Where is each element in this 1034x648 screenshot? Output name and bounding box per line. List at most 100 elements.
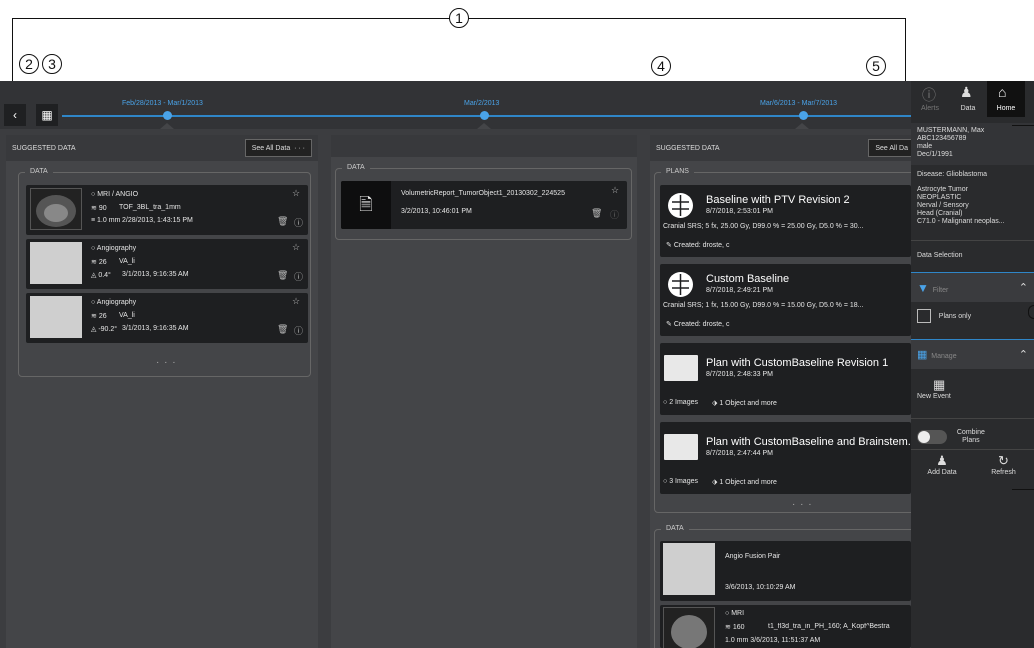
plan-card[interactable]: Plan with CustomBaseline Revision 1 8/7/… [660,343,911,415]
folder-icon [664,434,698,460]
toggle-switch[interactable] [917,430,947,444]
group-legend: PLANS [661,168,694,175]
folder-icon [664,355,698,381]
plan-images: ○ 2 Images [663,399,698,406]
plan-objects: ⬗ 1 Object and more [712,479,777,486]
series-name: VA_li [119,258,135,265]
patient-id: ABC123456789 [917,135,967,142]
data-card[interactable]: ○ MRI ≋ 160 t1_fl3d_tra_in_PH_160; A_Kop… [660,605,911,648]
plan-created: ✎ Created: droste, c [666,321,730,328]
patient-dob: Dec/1/1991 [917,151,953,158]
callout-3: 3 [42,54,62,74]
refresh-button[interactable]: ↻ Refresh [973,453,1034,476]
timeline-pointer-1 [160,123,174,129]
timeline: ‹ ▦ Feb/28/2013 - Mar/1/2013 Mar/2/2013 … [0,81,911,129]
slice-count: ≋ 26 [91,313,107,320]
data-selection-label[interactable]: Data Selection [911,252,1034,259]
filter-icon: ▼ [917,280,929,295]
document-date: 3/2/2013, 10:46:01 PM [401,208,472,215]
trash-icon[interactable]: 🗑 [277,216,288,227]
trash-icon[interactable]: 🗑 [591,208,602,219]
modality-label: ○ Angiography [91,245,137,252]
calendar-add-icon: ▦ [933,377,946,392]
timeline-dot-2[interactable] [480,111,489,120]
chevron-up-icon[interactable]: ⌃ [1019,348,1028,361]
info-icon[interactable]: ⓘ [610,208,619,221]
home-button[interactable]: ⌂ Home [987,81,1025,117]
info-icon[interactable]: ⓘ [294,270,303,283]
data-card[interactable]: ○ Angiography ≋ 26 VA_li ◬ -90.2° 3/1/20… [26,293,308,343]
filter-header[interactable]: ▼ Filter ⌃ [911,272,1034,302]
timeline-label-2[interactable]: Mar/2/2013 [464,100,499,107]
callout-5: 5 [866,56,886,76]
patient-name: MUSTERMANN, Max [917,127,985,134]
timeline-label-3[interactable]: Mar/6/2013 - Mar/7/2013 [760,100,837,107]
timeline-pointer-3 [795,123,809,129]
calendar-icon[interactable]: ▦ [36,104,58,126]
plans-only-row[interactable]: Plans only [911,309,1034,323]
plan-card[interactable]: Baseline with PTV Revision 2 8/7/2018, 2… [660,185,911,257]
chevron-up-icon[interactable]: ⌃ [1019,281,1028,294]
more-plans-button[interactable]: · · · [792,499,813,510]
pencil-icon: ✎ [666,321,674,328]
see-all-data-button[interactable]: See All Data · · · [244,139,312,157]
info-icon[interactable]: ⓘ [294,216,303,229]
document-icon: 🗎 [341,181,391,229]
more-items-button[interactable]: · · · [156,357,177,368]
alert-icon: ⓘ [922,87,936,103]
modality-label: ○ MRI [725,610,745,617]
column-data-2: DATA 🗎 VolumetricReport_TumorObject1_201… [331,135,637,648]
data-card[interactable]: ○ Angiography ≋ 26 VA_li ◬ 0.4° 3/1/2013… [26,239,308,289]
slice-count: ≋ 160 [725,624,745,631]
back-button[interactable]: ‹ [4,104,26,126]
side-panel: ⓘ Alerts ♟ Data ⌂ Home MUSTERMANN, Max ABC1… [911,81,1034,648]
plans-only-checkbox[interactable] [917,309,931,323]
callout-2: 2 [19,54,39,74]
data-card[interactable]: ○ MRI / ANGIO ≋ 90 TOF_3BL_tra_1mm ≡ 1.0… [26,185,308,235]
plan-card[interactable]: Plan with CustomBaseline and Brainstem..… [660,422,911,494]
series-name: VA_li [119,312,135,319]
plan-title: Plan with CustomBaseline and Brainstem..… [706,436,911,448]
see-all-data-button[interactable]: See All Da [868,139,911,157]
series-date: 2/28/2013, 1:43:15 PM [122,217,193,224]
document-name: VolumetricReport_TumorObject1_20130302_2… [401,190,565,197]
info-icon[interactable]: ⓘ [294,324,303,337]
plan-images: ○ 3 Images [663,478,698,485]
plan-date: 8/7/2018, 2:53:01 PM [706,208,773,215]
plan-card[interactable]: Custom Baseline 8/7/2018, 2:49:21 PM Cra… [660,264,911,336]
column-title: SUGGESTED DATA [656,144,720,152]
new-event-button[interactable]: ▦ New Event [911,377,1034,417]
mri-thumbnail [30,188,82,230]
data-name: Angio Fusion Pair [725,553,781,560]
angle: ◬ 0.4° [91,272,111,279]
timeline-label-1[interactable]: Feb/28/2013 - Mar/1/2013 [122,100,203,107]
brain-icon [668,272,693,297]
alerts-button[interactable]: ⓘ Alerts [911,81,949,117]
group-legend: DATA [25,168,53,175]
data-button[interactable]: ♟ Data [949,81,987,117]
callout-6-partial [1028,305,1034,319]
star-icon[interactable]: ☆ [611,185,619,196]
trash-icon[interactable]: 🗑 [277,324,288,335]
more-icon[interactable]: · · · [294,145,305,152]
document-card[interactable]: 🗎 VolumetricReport_TumorObject1_20130302… [341,181,627,229]
plan-date: 8/7/2018, 2:48:33 PM [706,371,773,378]
add-data-button[interactable]: ♟ Add Data [911,453,973,476]
column-suggested-data-1: SUGGESTED DATA See All Data · · · DATA ○… [6,135,318,648]
timeline-dot-1[interactable] [163,111,172,120]
data-card[interactable]: Angio Fusion Pair 3/6/2013, 10:10:29 AM [660,541,911,601]
plan-title: Custom Baseline [706,273,790,285]
star-icon[interactable]: ☆ [292,188,300,199]
series-name: TOF_3BL_tra_1mm [119,204,181,211]
trash-icon[interactable]: 🗑 [277,270,288,281]
see-all-label: See All Data [251,144,291,152]
timeline-dot-3[interactable] [799,111,808,120]
manage-header[interactable]: ▦ Manage ⌃ [911,339,1034,369]
plan-title: Baseline with PTV Revision 2 [706,194,850,206]
star-icon[interactable]: ☆ [292,242,300,253]
combine-plans-toggle[interactable]: Combine Plans [911,424,1034,450]
slice-count: ≋ 90 [91,205,107,212]
star-icon[interactable]: ☆ [292,296,300,307]
series-date: 1.0 mm 3/6/2013, 11:51:37 AM [725,637,821,644]
plan-date: 8/7/2018, 2:49:21 PM [706,287,773,294]
